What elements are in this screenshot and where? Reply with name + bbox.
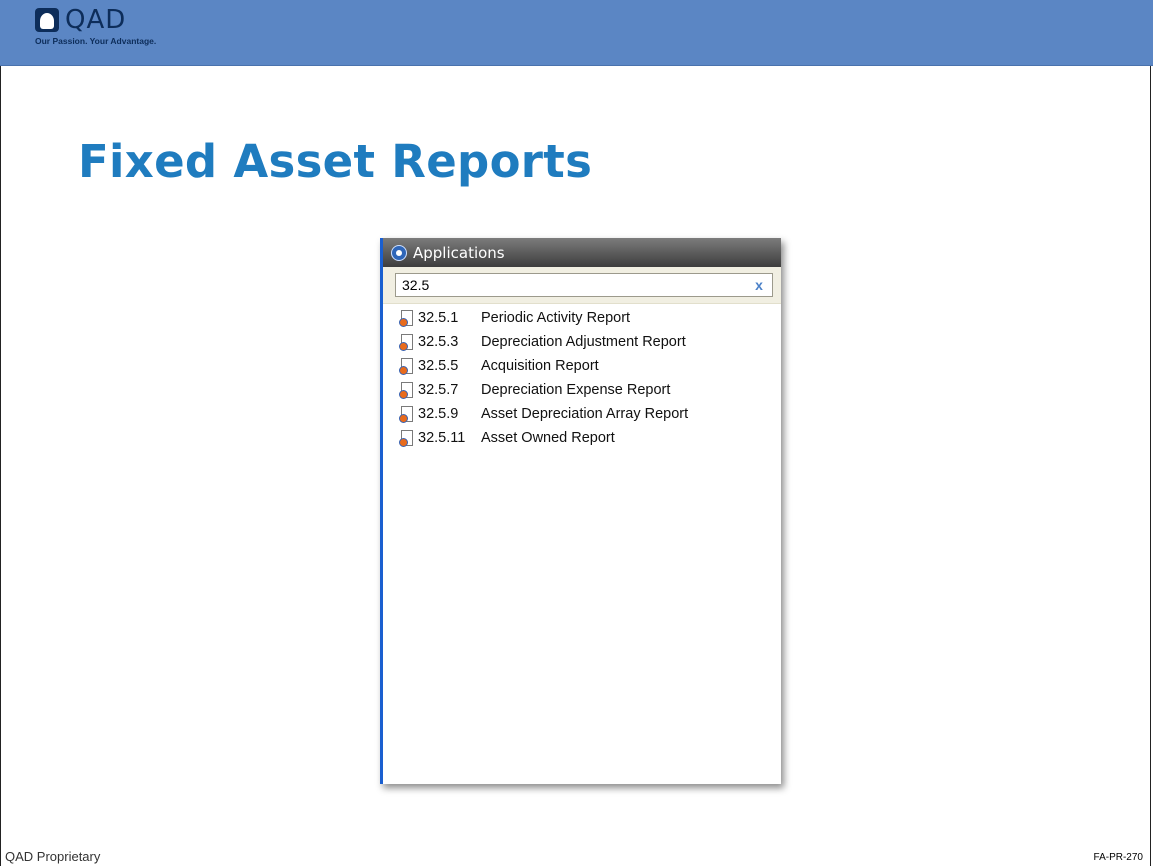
logo-tagline: Our Passion. Your Advantage. [35,36,157,46]
report-icon [399,430,413,447]
gear-icon [391,244,407,261]
logo-text: QAD [65,5,127,35]
header-bar: QAD Our Passion. Your Advantage. [0,0,1153,66]
list-item[interactable]: 32.5.7 Depreciation Expense Report [383,378,781,402]
list-item[interactable]: 32.5.11 Asset Owned Report [383,426,781,450]
report-icon [399,406,413,423]
item-label: Asset Depreciation Array Report [481,406,689,422]
list-item[interactable]: 32.5.9 Asset Depreciation Array Report [383,402,781,426]
item-code: 32.5.1 [418,310,459,326]
item-label: Depreciation Adjustment Report [481,334,686,350]
applications-list: 32.5.1 Periodic Activity Report 32.5.3 D… [383,304,781,450]
applications-panel-header: Applications [383,238,781,267]
search-box: x [395,273,773,297]
search-area: x [383,267,781,304]
footer-slide-code: FA-PR-270 [1093,852,1143,863]
item-code: 32.5.3 [418,334,459,350]
applications-panel: Applications x 32.5.1 Periodic Activity … [380,238,781,784]
search-input[interactable] [402,275,752,295]
list-item[interactable]: 32.5.1 Periodic Activity Report [383,306,781,330]
item-label: Acquisition Report [481,358,599,374]
list-item[interactable]: 32.5.5 Acquisition Report [383,354,781,378]
list-item[interactable]: 32.5.3 Depreciation Adjustment Report [383,330,781,354]
item-code: 32.5.7 [418,382,459,398]
clear-search-icon[interactable]: x [752,277,766,293]
qad-logo-icon [35,8,59,32]
footer-proprietary: QAD Proprietary [5,849,101,864]
slide-title: Fixed Asset Reports [78,135,593,188]
item-code: 32.5.5 [418,358,459,374]
item-label: Periodic Activity Report [481,310,631,326]
report-icon [399,382,413,399]
logo-row: QAD [35,6,156,34]
report-icon [399,358,413,375]
report-icon [399,334,413,351]
item-label: Depreciation Expense Report [481,382,671,398]
item-code: 32.5.9 [418,406,459,422]
applications-panel-title: Applications [413,243,505,262]
report-icon [399,310,413,327]
item-label: Asset Owned Report [481,430,615,446]
item-code: 32.5.11 [418,430,466,446]
qad-logo: QAD Our Passion. Your Advantage. [35,6,156,46]
